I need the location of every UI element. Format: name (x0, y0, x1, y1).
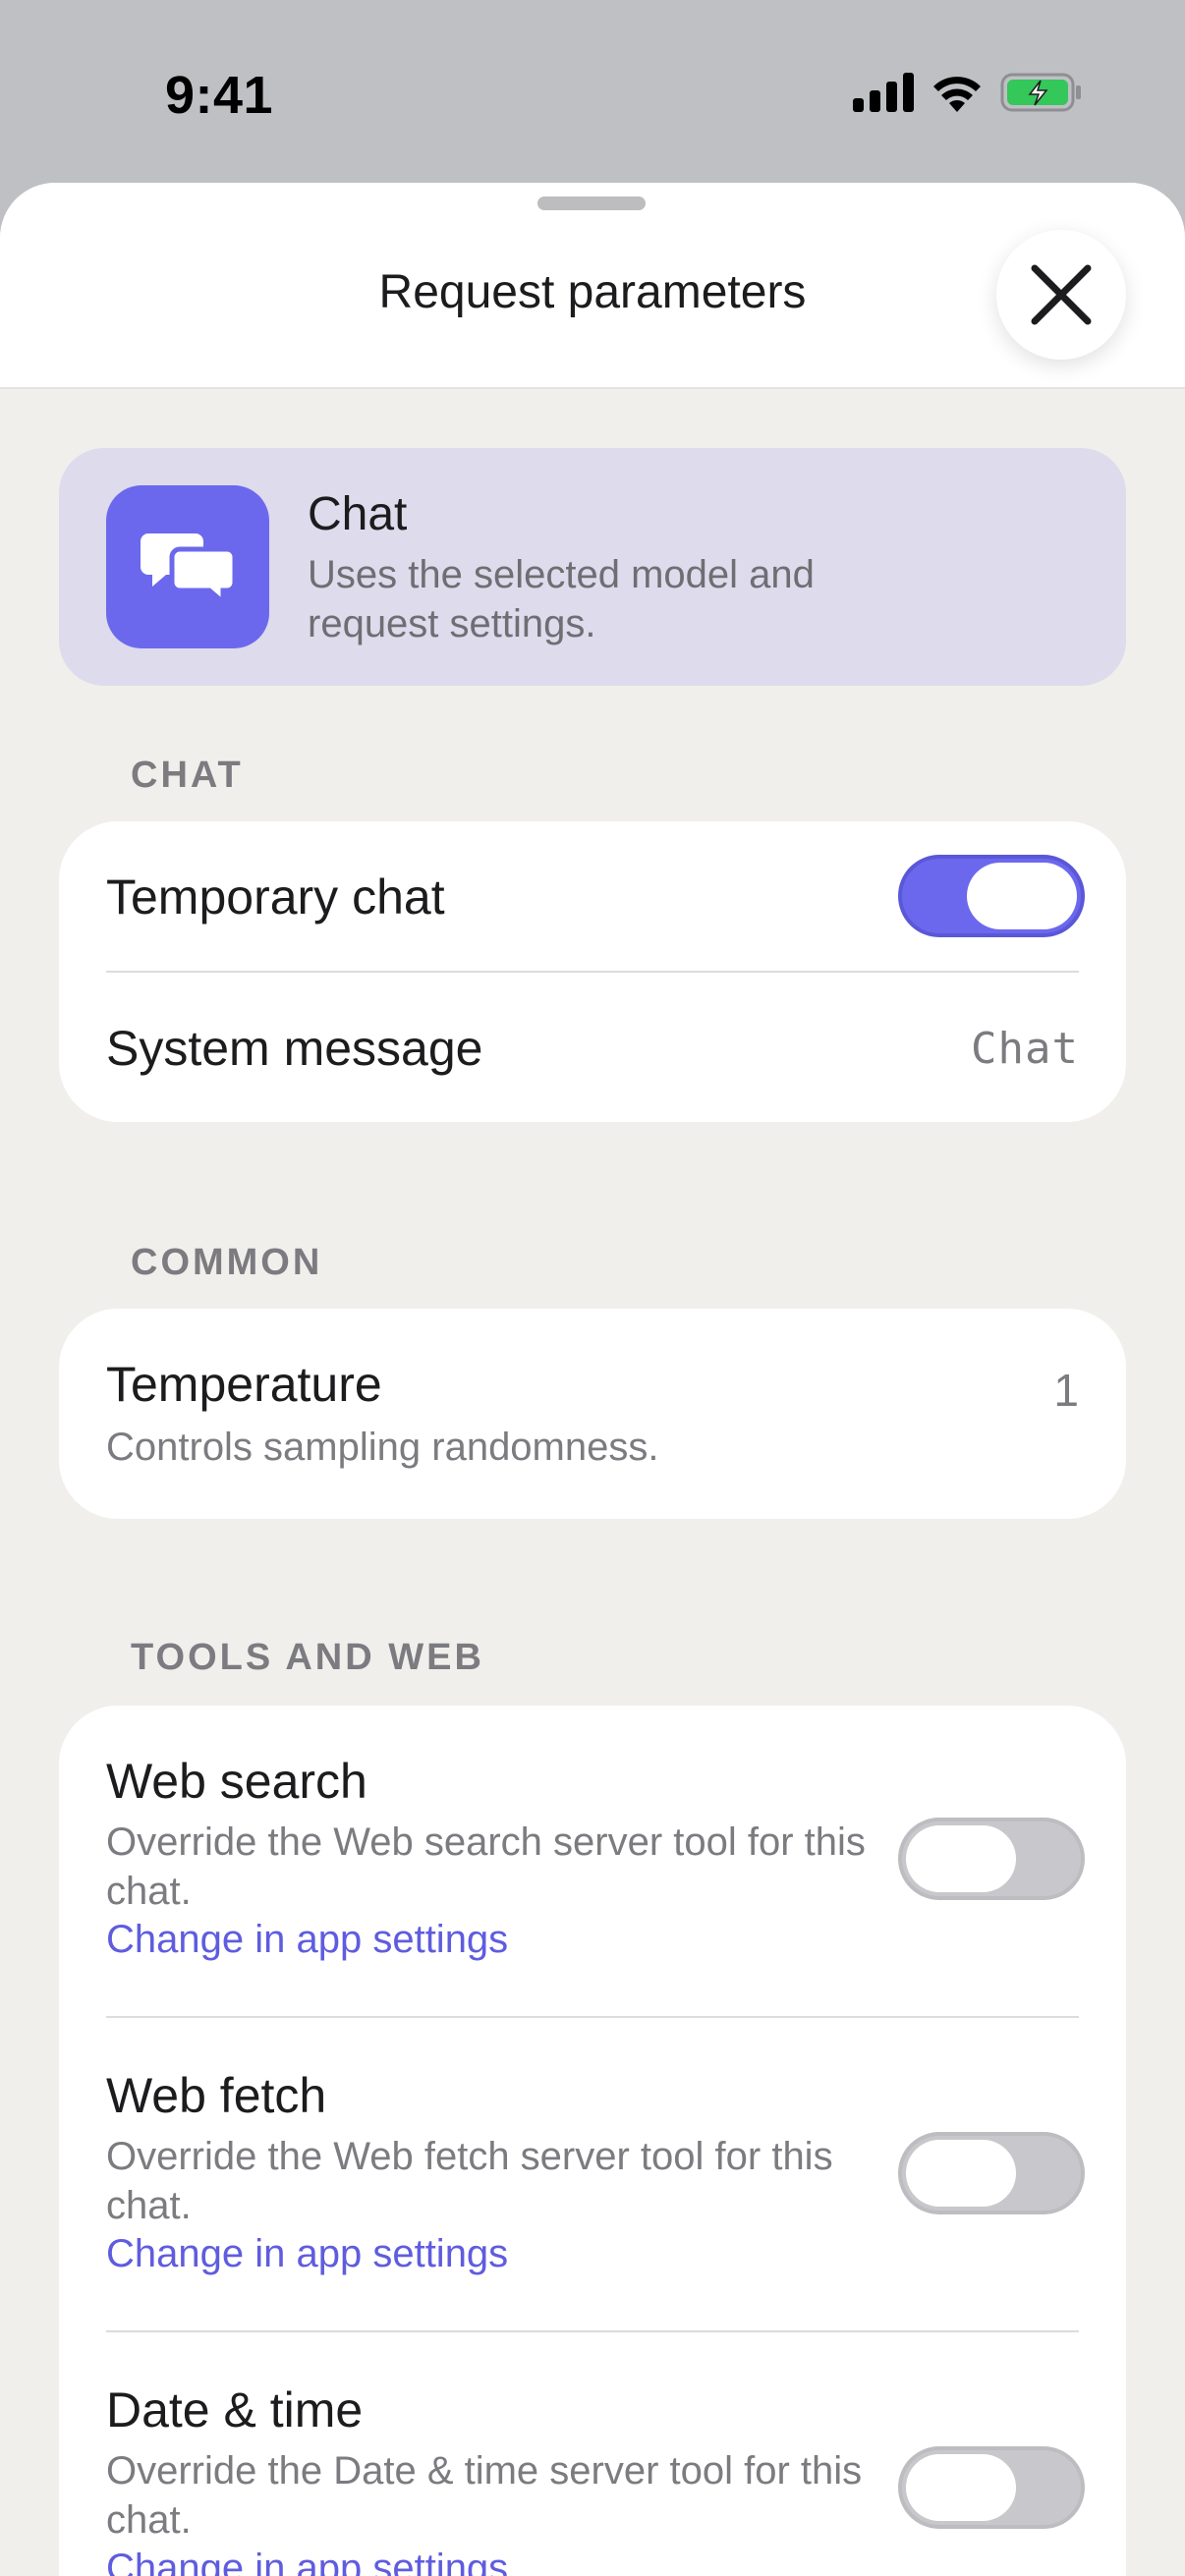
close-button[interactable] (996, 230, 1126, 360)
system-message-label: System message (106, 1021, 483, 1076)
mode-description: Uses the selected model and request sett… (308, 553, 815, 645)
section-label-tools: TOOLS AND WEB (131, 1637, 484, 1678)
temperature-label: Temperature (106, 1357, 382, 1412)
web-fetch-label: Web fetch (106, 2068, 327, 2123)
wifi-icon (933, 77, 981, 112)
common-settings-group: Temperature Controls sampling randomness… (59, 1309, 1126, 1519)
section-label-chat: CHAT (131, 755, 244, 796)
date-time-settings-link[interactable]: Change in app settings (106, 2547, 508, 2576)
web-fetch-description: Override the Web fetch server tool for t… (106, 2135, 833, 2227)
toggle-knob (906, 2140, 1016, 2207)
web-search-toggle[interactable] (898, 1818, 1085, 1900)
chat-bubbles-icon (106, 485, 269, 648)
toggle-knob (906, 1825, 1016, 1892)
toggle-knob (967, 863, 1077, 929)
date-time-toggle[interactable] (898, 2446, 1085, 2529)
web-search-settings-link[interactable]: Change in app settings (106, 1918, 508, 1962)
section-label-common: COMMON (131, 1242, 323, 1283)
mode-title: Chat (308, 488, 408, 540)
web-search-description: Override the Web search server tool for … (106, 1820, 866, 1913)
request-parameters-sheet: Request parameters Chat Uses the selecte… (0, 183, 1185, 2576)
web-fetch-toggle[interactable] (898, 2132, 1085, 2214)
tools-settings-group: Web search Override the Web search serve… (59, 1706, 1126, 2576)
temporary-chat-label: Temporary chat (106, 869, 445, 924)
close-icon (1031, 264, 1092, 325)
sheet-grabber[interactable] (537, 196, 646, 210)
temporary-chat-toggle[interactable] (898, 855, 1085, 937)
cellular-signal-icon (853, 73, 914, 112)
temperature-description: Controls sampling randomness. (106, 1426, 659, 1469)
date-time-label: Date & time (106, 2382, 364, 2437)
mode-card[interactable]: Chat Uses the selected model and request… (59, 448, 1126, 686)
divider (106, 2330, 1079, 2332)
web-fetch-settings-link[interactable]: Change in app settings (106, 2232, 508, 2276)
system-message-value[interactable]: Chat (971, 1024, 1079, 1074)
sheet-header: Request parameters (0, 183, 1185, 389)
toggle-knob (906, 2454, 1016, 2521)
date-time-description: Override the Date & time server tool for… (106, 2449, 863, 2542)
status-bar: 9:41 (0, 0, 1185, 187)
temperature-value[interactable]: 1 (1053, 1364, 1079, 1417)
divider (106, 2016, 1079, 2018)
web-search-label: Web search (106, 1754, 367, 1809)
battery-charging-icon (1000, 73, 1081, 112)
status-icons (853, 73, 1083, 112)
divider (106, 971, 1079, 973)
status-time: 9:41 (165, 66, 274, 125)
chat-settings-group: Temporary chat System message Chat (59, 821, 1126, 1122)
